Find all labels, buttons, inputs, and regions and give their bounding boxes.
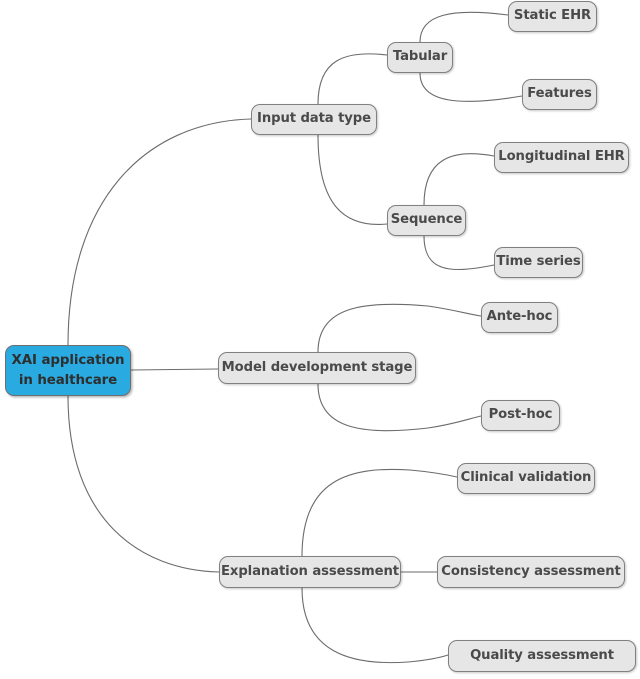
- node-static-ehr[interactable]: Static EHR: [508, 1, 597, 32]
- edge-input-data-type-to-sequence: [317, 134, 388, 225]
- node-explanation-assessment-label: Explanation assessment: [221, 563, 399, 579]
- node-time-series[interactable]: Time series: [494, 247, 583, 278]
- edge-input-data-type-to-tabular: [317, 53, 388, 105]
- edge-sequence-to-time-series: [423, 235, 495, 270]
- node-model-development-stage-label: Model development stage: [221, 359, 413, 375]
- node-consistency-assessment-label: Consistency assessment: [441, 563, 621, 579]
- node-quality-assessment[interactable]: Quality assessment: [448, 640, 636, 672]
- node-post-hoc-label: Post-hoc: [488, 407, 553, 423]
- node-post-hoc[interactable]: Post-hoc: [481, 400, 560, 431]
- node-ante-hoc[interactable]: Ante-hoc: [481, 302, 558, 333]
- node-model-development-stage[interactable]: Model development stage: [218, 352, 416, 384]
- node-clinical-validation-label: Clinical validation: [460, 470, 592, 486]
- edge-root-to-explanation-assessment: [67, 395, 220, 573]
- node-longitudinal-ehr[interactable]: Longitudinal EHR: [494, 142, 629, 173]
- node-root-label: XAI application in healthcare: [11, 353, 125, 388]
- node-time-series-label: Time series: [496, 254, 581, 270]
- edge-root-to-model-development-stage: [130, 368, 219, 371]
- node-tabular[interactable]: Tabular: [387, 42, 453, 73]
- node-sequence[interactable]: Sequence: [387, 205, 466, 236]
- node-static-ehr-label: Static EHR: [513, 8, 592, 24]
- node-input-data-type[interactable]: Input data type: [251, 104, 377, 135]
- edge-model-development-stage-to-ante-hoc: [317, 303, 482, 353]
- edge-explanation-assessment-to-quality-assessment: [301, 587, 449, 664]
- node-explanation-assessment[interactable]: Explanation assessment: [219, 556, 401, 588]
- node-quality-assessment-label: Quality assessment: [470, 647, 614, 663]
- edge-sequence-to-longitudinal-ehr: [423, 153, 495, 206]
- node-input-data-type-label: Input data type: [257, 111, 371, 127]
- edge-tabular-to-static-ehr: [419, 11, 509, 43]
- node-root[interactable]: XAI application in healthcare: [5, 345, 131, 396]
- node-ante-hoc-label: Ante-hoc: [486, 309, 553, 325]
- edge-model-development-stage-to-post-hoc: [317, 383, 482, 432]
- node-consistency-assessment[interactable]: Consistency assessment: [437, 556, 625, 588]
- node-sequence-label: Sequence: [390, 212, 463, 228]
- node-longitudinal-ehr-label: Longitudinal EHR: [498, 149, 625, 165]
- node-tabular-label: Tabular: [392, 49, 448, 65]
- node-features[interactable]: Features: [522, 79, 597, 110]
- edge-tabular-to-features: [419, 72, 523, 102]
- node-features-label: Features: [527, 86, 592, 102]
- mind-map-canvas: XAI application in healthcare Input data…: [0, 0, 640, 679]
- edge-explanation-assessment-to-clinical-validation: [301, 468, 458, 557]
- edge-root-to-input-data-type: [67, 118, 252, 346]
- node-clinical-validation[interactable]: Clinical validation: [457, 463, 595, 494]
